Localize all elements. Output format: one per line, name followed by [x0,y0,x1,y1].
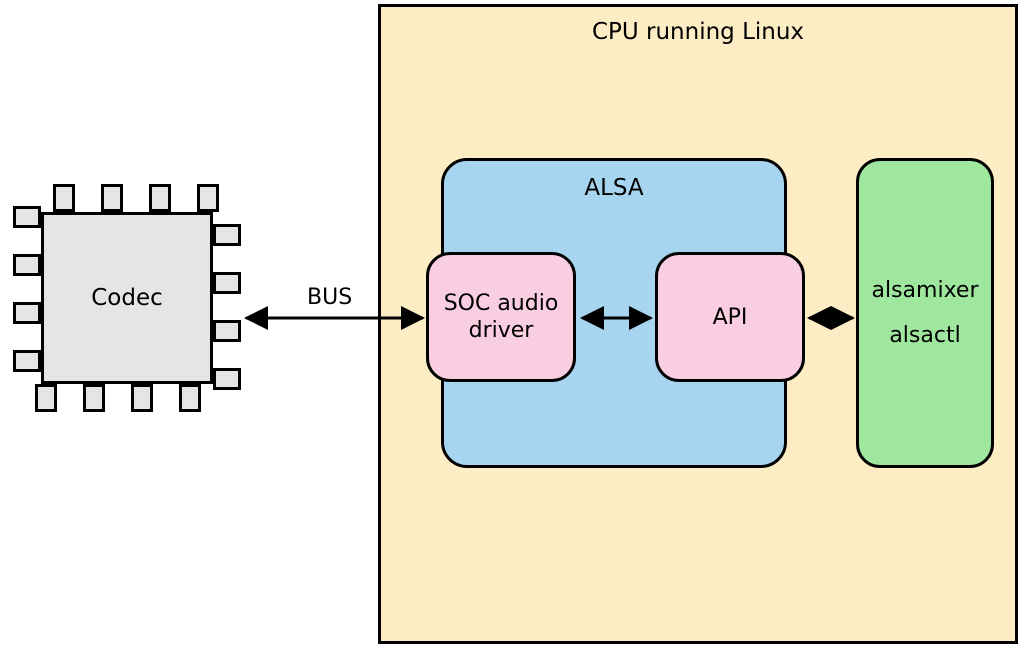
chip-pin [213,368,241,390]
soc-audio-driver-box: SOC audiodriver [426,252,576,382]
alsa-title: ALSA [444,175,784,201]
chip-pin [13,350,41,372]
chip-pin [213,272,241,294]
soc-audio-driver-label: SOC audiodriver [444,290,559,345]
chip-pin [53,184,75,212]
chip-pin [197,184,219,212]
chip-pin [131,384,153,412]
codec-label: Codec [91,285,163,311]
chip-pin [13,206,41,228]
alsamixer-label: alsamixer [871,278,978,303]
api-box: API [655,252,805,382]
chip-pin [101,184,123,212]
chip-pin [83,384,105,412]
alsactl-label: alsactl [889,323,960,348]
chip-pin [13,302,41,324]
chip-pin [213,320,241,342]
cpu-title: CPU running Linux [381,19,1015,45]
codec-chip-body: Codec [41,212,213,384]
diagram-stage: CPU running Linux ALSA SOC audiodriver A… [0,0,1024,650]
api-label: API [713,305,748,330]
chip-pin [35,384,57,412]
tools-box: alsamixer alsactl [856,158,994,468]
chip-pin [149,184,171,212]
codec-chip: Codec [13,184,241,412]
chip-pin [179,384,201,412]
bus-label: BUS [307,285,352,310]
chip-pin [213,224,241,246]
chip-pin [13,254,41,276]
